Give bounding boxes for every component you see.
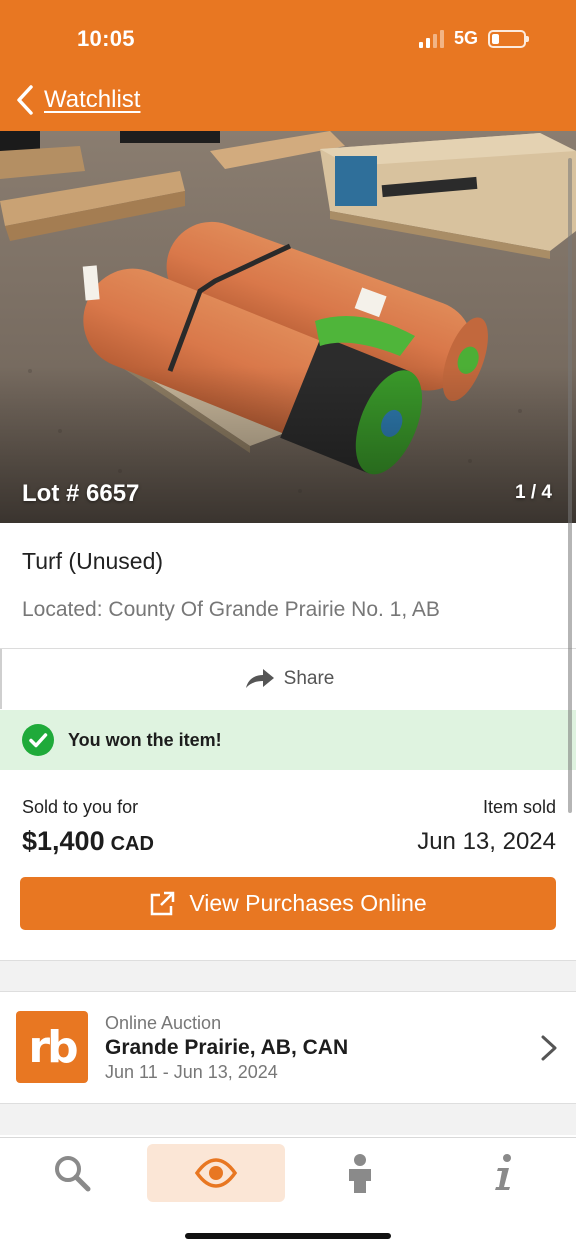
- photo-counter: 1 / 4: [515, 482, 552, 503]
- top-bar: 10:05 5G Watchlist: [0, 0, 576, 131]
- item-photo[interactable]: [0, 131, 576, 523]
- view-purchases-label: View Purchases Online: [189, 890, 427, 916]
- auction-info-row[interactable]: rb Online Auction Grande Prairie, AB, CA…: [0, 993, 576, 1103]
- won-message: You won the item!: [68, 729, 222, 750]
- tab-search[interactable]: [3, 1144, 141, 1202]
- auction-dates: Jun 11 - Jun 13, 2024: [105, 1062, 278, 1082]
- auction-location: Grande Prairie, AB, CAN: [105, 1036, 349, 1059]
- scrollbar[interactable]: [568, 158, 572, 813]
- info-icon: [495, 1154, 511, 1190]
- item-sold-label: Item sold: [482, 797, 556, 817]
- search-icon: [55, 1156, 91, 1192]
- share-arrow-icon: [245, 669, 274, 688]
- chevron-right-icon: [541, 1035, 557, 1061]
- back-label: Watchlist: [44, 86, 141, 113]
- price-amount: $1,400: [22, 826, 105, 856]
- share-button[interactable]: Share: [0, 649, 576, 709]
- tab-info[interactable]: [435, 1144, 573, 1202]
- lot-number: Lot # 6657: [22, 480, 140, 507]
- won-banner: You won the item!: [0, 710, 576, 770]
- home-indicator: [185, 1233, 391, 1239]
- item-location: Located: County Of Grande Prairie No. 1,…: [22, 598, 440, 621]
- tab-watchlist[interactable]: [147, 1144, 285, 1202]
- network-type: 5G: [453, 28, 478, 48]
- item-sold-date: Jun 13, 2024: [417, 828, 556, 855]
- turf-rolls-photo: [0, 131, 576, 523]
- auction-type: Online Auction: [105, 1013, 222, 1033]
- section-separator: [0, 960, 576, 992]
- share-label: Share: [283, 668, 335, 689]
- sold-price: $1,400 CAD: [22, 826, 154, 857]
- battery-icon: [488, 29, 529, 48]
- external-link-icon: [151, 891, 175, 915]
- sold-to-you-label: Sold to you for: [22, 797, 139, 817]
- chevron-left-icon: [17, 85, 33, 115]
- status-time: 10:05: [77, 26, 135, 51]
- rb-logo: rb: [16, 1011, 88, 1083]
- view-purchases-button[interactable]: View Purchases Online: [20, 877, 556, 930]
- signal-icon: [418, 29, 444, 48]
- status-indicators: 5G: [418, 28, 529, 49]
- price-currency: CAD: [110, 833, 154, 855]
- back-button[interactable]: Watchlist: [14, 84, 140, 116]
- eye-icon: [194, 1158, 238, 1188]
- item-title: Turf (Unused): [22, 548, 164, 574]
- tab-account[interactable]: [291, 1144, 429, 1202]
- section-separator: [0, 1103, 576, 1135]
- person-icon: [349, 1154, 371, 1193]
- checkmark-icon: [22, 724, 54, 756]
